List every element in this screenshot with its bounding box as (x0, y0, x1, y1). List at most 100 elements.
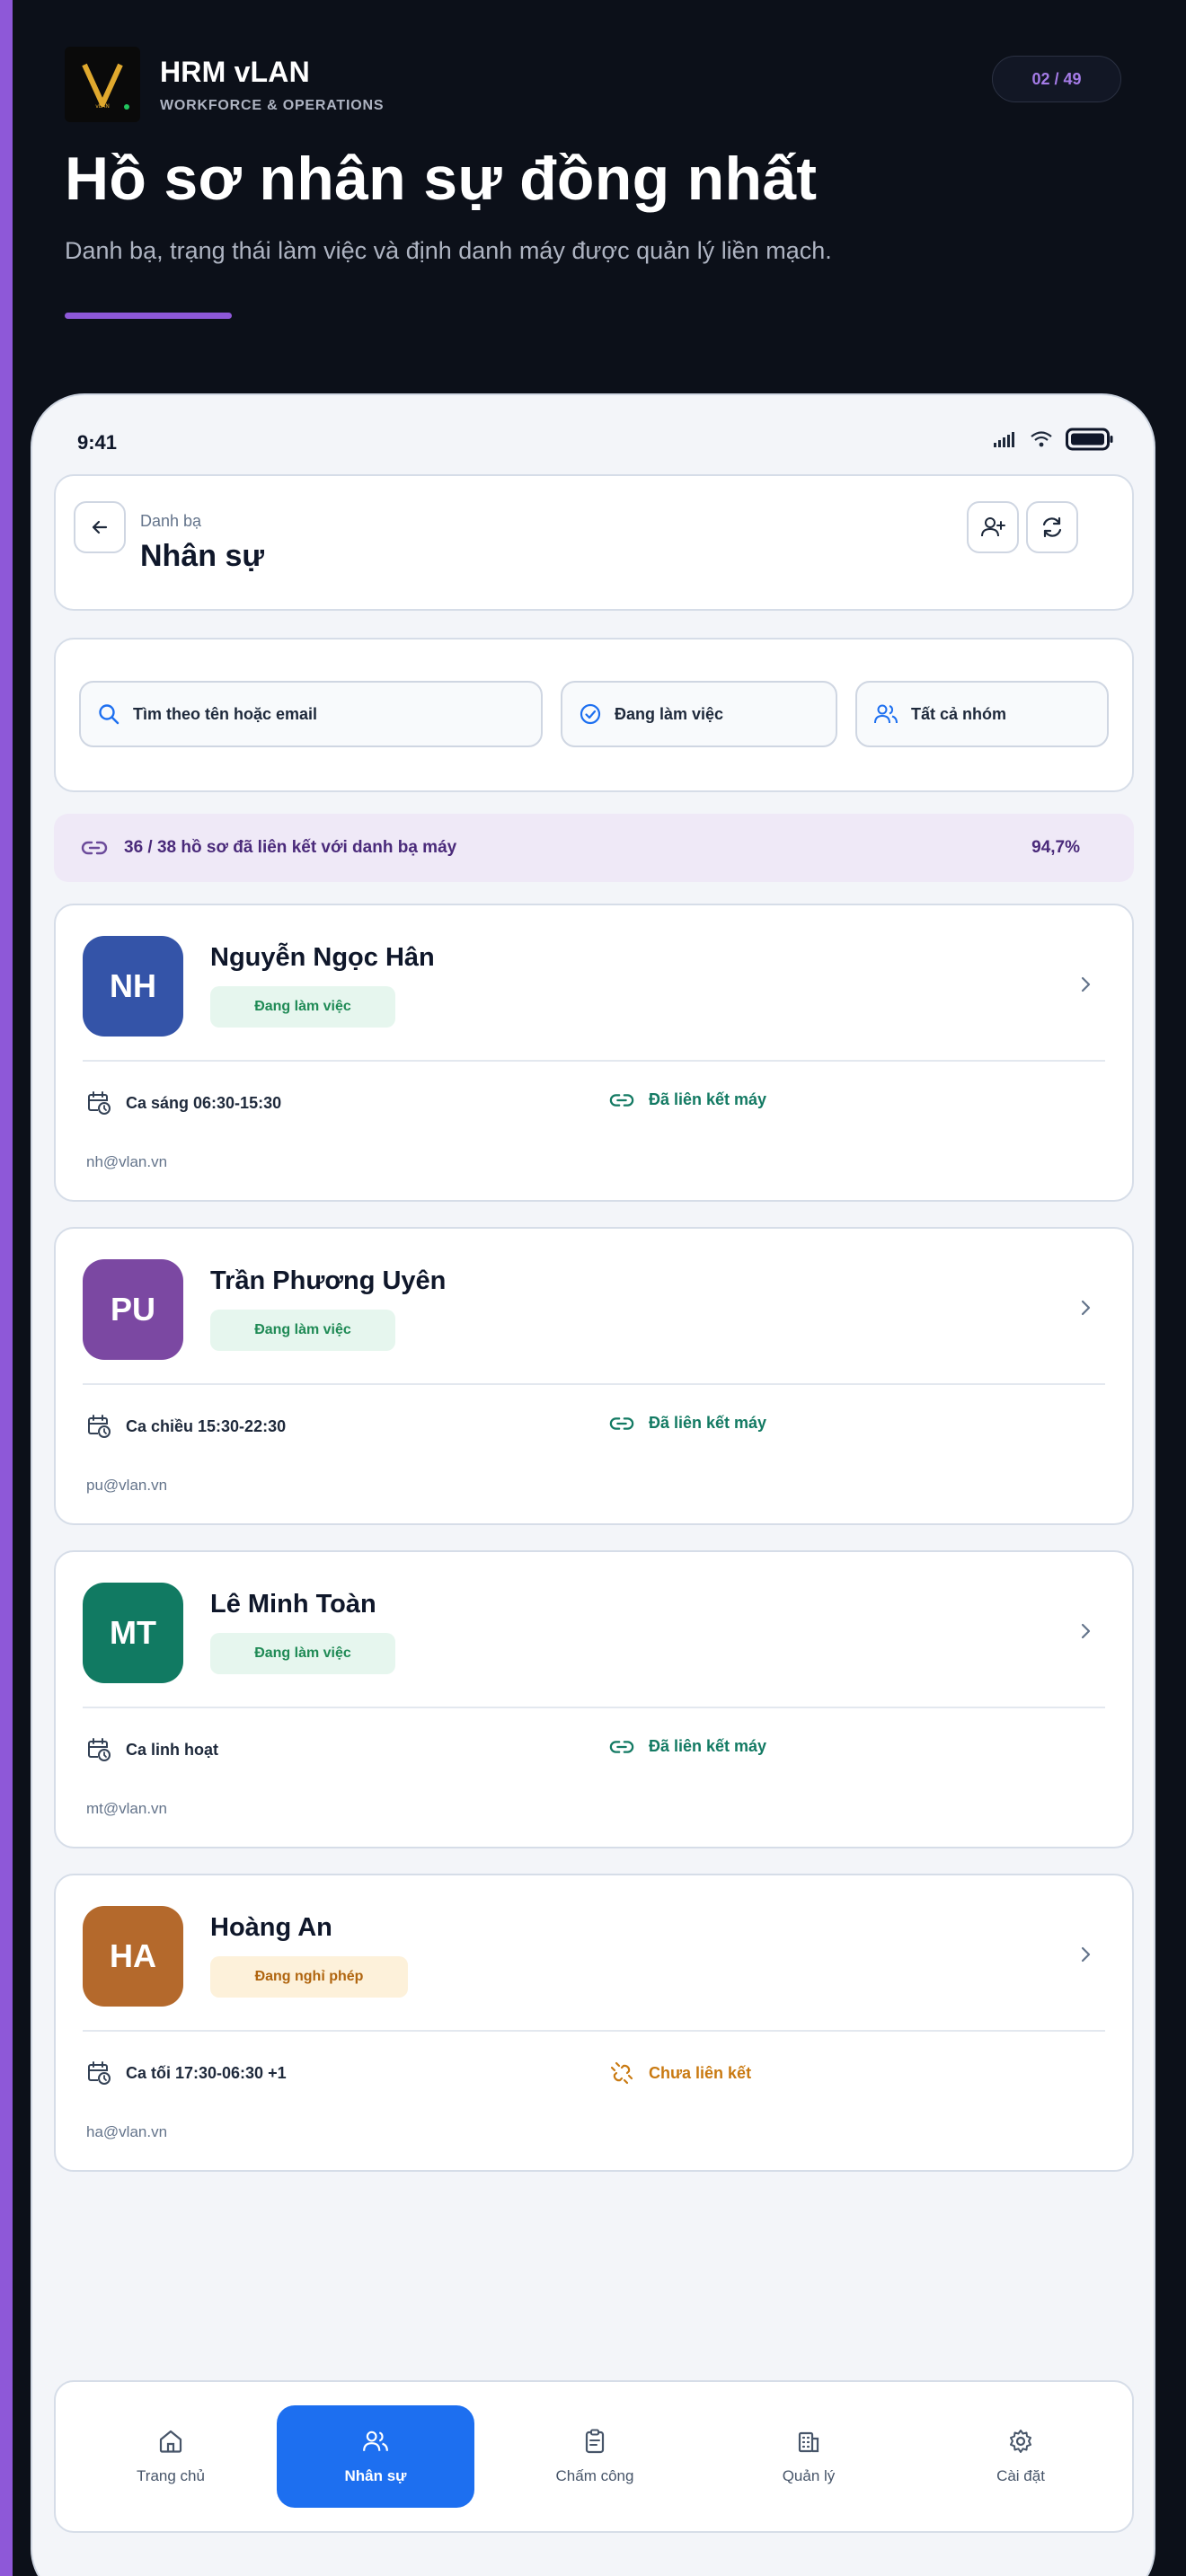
phone-frame: 9:41 Danh bạ Nhân sự Tìm theo tên hoặc e… (31, 393, 1155, 2576)
user-plus-icon (981, 517, 1005, 537)
brand-subtitle: WORKFORCE & OPERATIONS (160, 97, 385, 113)
nav-manage-label: Quản lý (782, 2467, 836, 2484)
employee-name: Lê Minh Toàn (210, 1590, 376, 1619)
shift-info: Ca tối 17:30-06:30 +1 (86, 2060, 287, 2086)
link-status-label: Đã liên kết máy (649, 1090, 767, 1108)
arrow-left-icon (92, 520, 108, 534)
shift-label: Ca sáng 06:30-15:30 (126, 1093, 282, 1112)
calendar-clock-icon (88, 1415, 111, 1438)
back-button[interactable] (74, 501, 126, 553)
group-filter[interactable]: Tất cả nhóm (855, 681, 1109, 747)
employee-email: ha@vlan.vn (86, 2123, 168, 2140)
calendar-clock-icon (88, 1738, 111, 1761)
nav-home[interactable]: Trang chủ (72, 2405, 270, 2508)
divider (83, 1707, 1105, 1708)
nav-attendance[interactable]: Chấm công (496, 2405, 694, 2508)
filter-card: Tìm theo tên hoặc email Đang làm việc Tấ… (54, 638, 1134, 792)
page-title: Nhân sự (140, 539, 264, 573)
nav-attendance-label: Chấm công (555, 2467, 634, 2484)
gear-icon (1010, 2430, 1031, 2453)
signal-icon (994, 432, 1014, 447)
shift-info: Ca chiều 15:30-22:30 (86, 1414, 286, 1439)
shift-info: Ca sáng 06:30-15:30 (86, 1090, 281, 1116)
users-icon (363, 2430, 388, 2451)
device-link-status: Đã liên kết máy (609, 1737, 766, 1756)
brand: vLAN HRM vLAN WORKFORCE & OPERATIONS (65, 47, 384, 122)
battery-icon (1066, 428, 1113, 451)
status-time: 9:41 (77, 431, 118, 454)
svg-text:vLAN: vLAN (95, 103, 110, 110)
device-link-status: Chưa liên kết (609, 2060, 751, 2086)
employee-card[interactable]: NH Nguyễn Ngọc Hân Đang làm việc Ca sáng… (54, 904, 1134, 1202)
employee-name: Nguyễn Ngọc Hân (210, 943, 435, 972)
avatar: PU (83, 1259, 183, 1360)
employee-name: Trần Phương Uyên (210, 1266, 447, 1295)
divider (83, 1383, 1105, 1385)
hero-title: Hồ sơ nhân sự đồng nhất (65, 145, 818, 213)
status-badge: Đang làm việc (210, 1633, 395, 1674)
shift-label: Ca chiều 15:30-22:30 (126, 1416, 287, 1435)
brand-name: HRM vLAN (160, 55, 310, 88)
employee-card[interactable]: MT Lê Minh Toàn Đang làm việc Ca linh ho… (54, 1550, 1134, 1848)
employee-email: mt@vlan.vn (86, 1800, 168, 1817)
shift-label: Ca linh hoạt (126, 1740, 218, 1759)
page-counter: 02 / 49 (992, 56, 1121, 102)
accent-bar (0, 0, 13, 2576)
shift-info: Ca linh hoạt (86, 1737, 218, 1762)
status-badge: Đang làm việc (210, 1310, 395, 1351)
bottom-nav: Trang chủ Nhân sự Chấm công Quản lý Cài … (54, 2380, 1134, 2533)
link-icon (81, 841, 108, 855)
building-icon (798, 2431, 819, 2453)
refresh-button[interactable] (1026, 501, 1078, 553)
add-user-button[interactable] (967, 501, 1019, 553)
employee-name: Hoàng An (210, 1913, 332, 1942)
employee-email: nh@vlan.vn (86, 1153, 168, 1170)
nav-people[interactable]: Nhân sự (277, 2405, 474, 2508)
link-summary-text: 36 / 38 hồ sơ đã liên kết với danh bạ má… (124, 838, 457, 857)
unlink-icon (610, 2061, 633, 2085)
link-status-label: Chưa liên kết (649, 2063, 752, 2082)
divider (83, 2030, 1105, 2032)
check-circle-icon (580, 703, 601, 725)
nav-settings-label: Cài đặt (996, 2467, 1045, 2484)
link-icon (609, 1416, 634, 1430)
divider (83, 1060, 1105, 1062)
search-icon (99, 704, 119, 725)
chevron-right-icon (1081, 1623, 1091, 1639)
link-icon (609, 1740, 634, 1753)
refresh-icon (1042, 516, 1062, 538)
employee-card[interactable]: HA Hoàng An Đang nghỉ phép Ca tối 17:30-… (54, 1874, 1134, 2172)
avatar: NH (83, 936, 183, 1037)
link-summary-banner: 36 / 38 hồ sơ đã liên kết với danh bạ má… (54, 814, 1134, 882)
calendar-clock-icon (88, 2061, 111, 2085)
status-icons (994, 428, 1114, 451)
link-status-label: Đã liên kết máy (649, 1414, 767, 1432)
calendar-clock-icon (88, 1091, 111, 1115)
clipboard-icon (585, 2429, 605, 2454)
hero-subtitle: Danh bạ, trạng thái làm việc và định dan… (65, 237, 832, 264)
header-card: Danh bạ Nhân sự (54, 474, 1134, 611)
employee-card[interactable]: PU Trần Phương Uyên Đang làm việc Ca chi… (54, 1227, 1134, 1525)
status-badge: Đang làm việc (210, 986, 395, 1028)
home-icon (159, 2430, 182, 2453)
device-link-status: Đã liên kết máy (609, 1414, 766, 1433)
avatar: MT (83, 1583, 183, 1683)
status-filter[interactable]: Đang làm việc (561, 681, 837, 747)
link-icon (609, 1093, 634, 1107)
employee-email: pu@vlan.vn (86, 1477, 168, 1494)
status-filter-label: Đang làm việc (615, 704, 724, 723)
link-status-label: Đã liên kết máy (649, 1737, 767, 1755)
nav-people-label: Nhân sự (344, 2467, 407, 2484)
group-filter-label: Tất cả nhóm (911, 704, 1007, 723)
wifi-icon (1031, 431, 1052, 447)
shift-label: Ca tối 17:30-06:30 +1 (126, 2063, 287, 2082)
avatar: HA (83, 1906, 183, 2007)
nav-manage[interactable]: Quản lý (710, 2405, 907, 2508)
hero-underline (65, 313, 232, 319)
status-badge: Đang nghỉ phép (210, 1956, 408, 1998)
chevron-right-icon (1081, 1946, 1091, 1963)
v-logo-icon: vLAN (65, 47, 140, 122)
search-input[interactable]: Tìm theo tên hoặc email (79, 681, 543, 747)
link-summary-percent: 94,7% (1031, 838, 1080, 857)
nav-settings[interactable]: Cài đặt (922, 2405, 1120, 2508)
